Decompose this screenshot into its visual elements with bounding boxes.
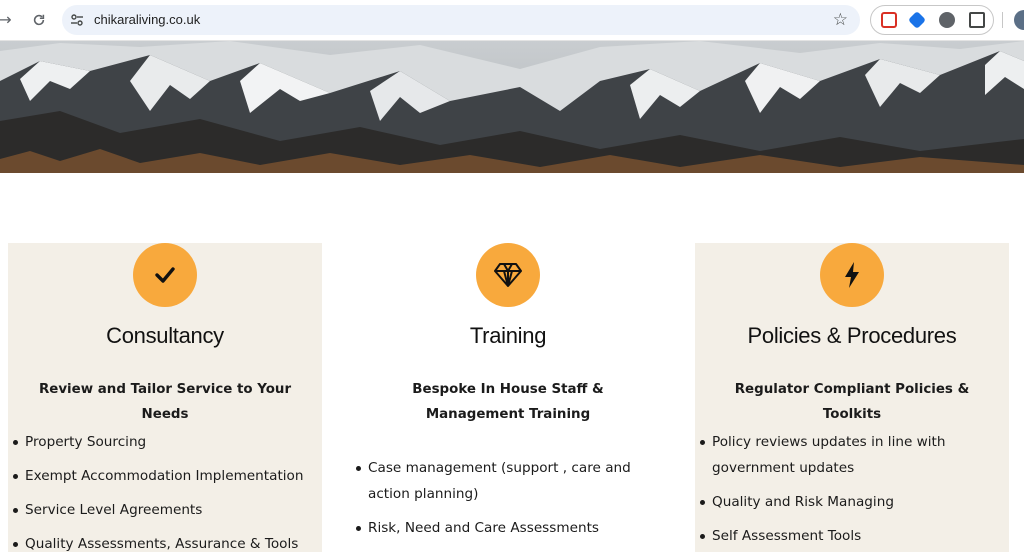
service-card-consultancy: Consultancy Review and Tailor Service to… — [8, 243, 322, 552]
extension-shield-icon[interactable] — [881, 12, 897, 28]
list-item: Self Assessment Tools — [695, 523, 1001, 549]
bookmark-star-icon[interactable]: ☆ — [833, 9, 848, 31]
diamond-icon — [476, 243, 540, 307]
extensions-group — [870, 5, 994, 35]
card-title: Consultancy — [106, 323, 224, 348]
list-item: Case management (support , care and acti… — [351, 455, 657, 507]
list-item: Property Sourcing — [8, 429, 314, 455]
list-item: Risk, Need and Care Assessments — [351, 515, 657, 541]
back-arrow-icon[interactable]: → — [0, 9, 16, 31]
site-settings-icon[interactable] — [70, 13, 84, 27]
extension-circle-icon[interactable] — [939, 12, 955, 28]
card-subtitle: Review and Tailor Service to Your Needs — [38, 382, 292, 422]
checkmark-icon — [133, 243, 197, 307]
card-subtitle: Bespoke In House Staff & Management Trai… — [412, 382, 604, 422]
reload-icon[interactable] — [28, 9, 50, 31]
service-list: Property Sourcing Exempt Accommodation I… — [8, 429, 314, 552]
lightning-bolt-icon — [820, 243, 884, 307]
service-list: Policy reviews updates in line with gove… — [695, 429, 1001, 552]
list-item: Service Level Agreements — [8, 497, 314, 523]
service-card-training: Training Bespoke In House Staff & Manage… — [351, 243, 665, 552]
url-text[interactable]: chikaraliving.co.uk — [94, 12, 200, 27]
extension-translate-icon[interactable] — [907, 10, 927, 30]
list-item: Policy reviews updates in line with gove… — [695, 429, 1001, 481]
card-title: Training — [469, 323, 547, 348]
address-bar[interactable]: chikaraliving.co.uk ☆ — [62, 5, 860, 35]
toolbar-divider — [1002, 12, 1003, 28]
service-card-policies: Policies & Procedures Regulator Complian… — [695, 243, 1009, 552]
card-title: Policies & Procedures — [747, 323, 957, 348]
profile-avatar-icon[interactable] — [1014, 10, 1024, 30]
list-item: Quality and Risk Managing — [695, 489, 1001, 515]
browser-toolbar: → chikaraliving.co.uk ☆ — [0, 0, 1024, 41]
hero-mountain-banner — [0, 41, 1024, 173]
list-item: Exempt Accommodation Implementation — [8, 463, 314, 489]
extensions-puzzle-icon[interactable] — [969, 12, 985, 28]
list-item: Quality Assessments, Assurance & Tools — [8, 531, 314, 552]
service-list: Case management (support , care and acti… — [351, 455, 657, 549]
card-subtitle: Regulator Compliant Policies & Toolkits — [734, 382, 970, 422]
